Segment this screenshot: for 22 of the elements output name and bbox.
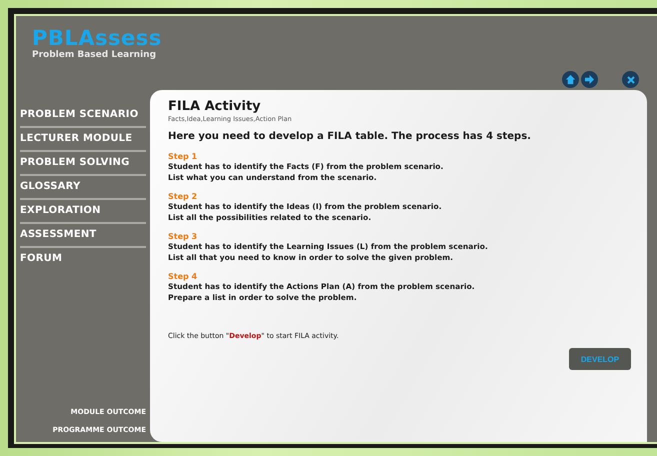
nav-item[interactable]: FORUM [20, 248, 146, 272]
right-arrow-icon [584, 75, 595, 84]
nav-item[interactable]: GLOSSARY [20, 176, 146, 200]
step-label: Step 3 [168, 232, 198, 241]
develop-button[interactable]: DEVELOP [569, 348, 631, 370]
close-icon [626, 76, 634, 84]
activity-title: FILA Activity [168, 99, 262, 114]
nav-item[interactable]: LECTURER MODULE [20, 128, 146, 152]
step-label: Step 2 [168, 192, 198, 201]
step-label: Step 1 [168, 152, 198, 161]
nav-item[interactable]: ASSESSMENT [20, 224, 146, 248]
nav-item[interactable]: EXPLORATION [20, 200, 146, 224]
home-icon [565, 74, 576, 85]
home-button[interactable] [562, 71, 579, 88]
nav-item[interactable]: PROBLEM SCENARIO [20, 104, 146, 128]
intro-text: Here you need to develop a FILA table. The process has 4 steps. [168, 131, 532, 142]
app-logo: PBLAssess [32, 26, 162, 50]
nav-item[interactable]: PROBLEM SOLVING [20, 152, 146, 176]
app-tagline: Problem Based Learning [32, 50, 158, 60]
next-button[interactable] [581, 71, 598, 88]
close-button[interactable] [622, 71, 639, 88]
step-label: Step 4 [168, 272, 198, 281]
